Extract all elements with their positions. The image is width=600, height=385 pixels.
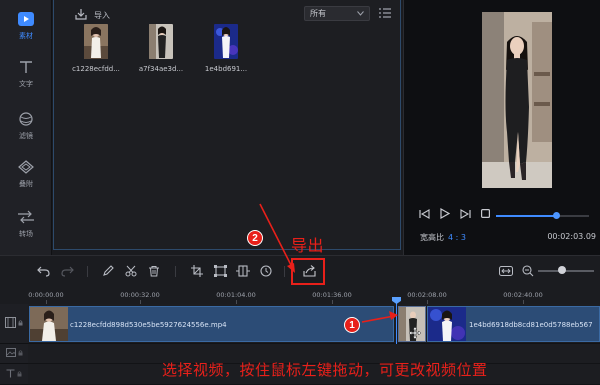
arrow-to-clip: [361, 311, 398, 323]
arrow-to-export: [259, 203, 295, 273]
instruction-callout: 选择视频，按住鼠标左键拖动，可更改视频位置: [162, 361, 488, 379]
annotation-arrows: [259, 203, 398, 323]
